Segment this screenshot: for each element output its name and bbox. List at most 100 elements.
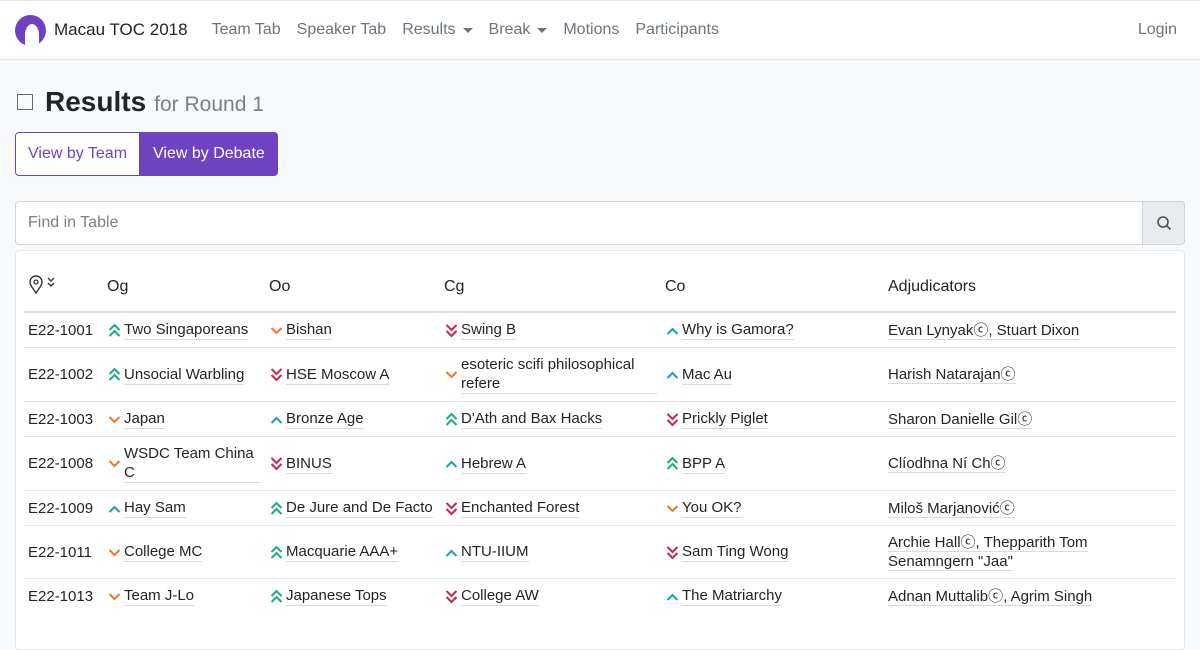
header-oo[interactable]: Oo xyxy=(265,251,440,313)
table-row: E22-1009 Hay Sam De Jure and De Facto Encha… xyxy=(24,490,1176,526)
room-cell: E22-1008 xyxy=(24,436,103,491)
team-name[interactable]: Two Singaporeans xyxy=(124,320,249,340)
team-cell: NTU-IIUM xyxy=(440,525,661,579)
table-row: E22-1008 WSDC Team China C BINUS Hebrew A BP… xyxy=(24,436,1176,491)
team-cell: BPP A xyxy=(661,436,884,491)
team-name[interactable]: College AW xyxy=(461,586,539,606)
rank-second-icon xyxy=(108,505,121,513)
view-by-team-button[interactable]: View by Team xyxy=(15,132,141,176)
navbar: Macau TOC 2018 Team Tab Speaker Tab Resu… xyxy=(0,0,1200,60)
team-cell: The Matriarchy xyxy=(661,578,884,613)
rank-fourth-icon xyxy=(270,368,283,382)
adjudicators-list[interactable]: Archie Hallⓒ, Thepparith Tom Senamngern … xyxy=(888,534,1088,571)
team-name[interactable]: esoteric scifi philosophical refere xyxy=(461,355,657,394)
team-name[interactable]: Hebrew A xyxy=(461,454,527,474)
team-name[interactable]: De Jure and De Facto xyxy=(286,498,433,518)
adjudicators-cell: Miloš Marjanovićⓒ xyxy=(884,490,1176,526)
room-cell: E22-1002 xyxy=(24,347,103,402)
nav-break-dropdown[interactable]: Break xyxy=(489,21,548,39)
team-name[interactable]: Unsocial Warbling xyxy=(124,365,245,385)
nav-label: Participants xyxy=(635,21,719,38)
team-cell: Sam Ting Wong xyxy=(661,525,884,579)
adjudicators-list[interactable]: Miloš Marjanovićⓒ xyxy=(888,499,1015,518)
table-search xyxy=(15,201,1185,245)
venue-sort-header[interactable] xyxy=(24,251,103,313)
adjudicators-list[interactable]: Evan Lynyakⓒ, Stuart Dixon xyxy=(888,321,1080,340)
team-cell: Hay Sam xyxy=(103,490,265,526)
page-subtitle: for Round 1 xyxy=(154,93,264,116)
table-row: E22-1001 Two Singaporeans Bishan Swing B Why… xyxy=(24,311,1176,348)
team-name[interactable]: Mac Au xyxy=(682,365,733,385)
login-link[interactable]: Login xyxy=(1138,21,1177,39)
header-adjudicators[interactable]: Adjudicators xyxy=(884,251,1176,313)
rank-fourth-icon xyxy=(445,323,458,337)
adjudicators-list[interactable]: Sharon Danielle Gilⓒ xyxy=(888,410,1033,429)
map-pin-sort-icon xyxy=(29,274,55,294)
adjudicators-list[interactable]: Clíodhna Ní Chⓒ xyxy=(888,455,1006,473)
team-name[interactable]: Sam Ting Wong xyxy=(682,542,789,562)
room-cell: E22-1001 xyxy=(24,311,103,348)
team-name[interactable]: Why is Gamora? xyxy=(682,320,794,340)
rank-third-icon xyxy=(108,460,121,468)
team-name[interactable]: NTU-IIUM xyxy=(461,542,529,562)
room-cell: E22-1009 xyxy=(24,490,103,526)
adjudicators-list[interactable]: Harish Natarajanⓒ xyxy=(888,366,1016,384)
team-name[interactable]: Macquarie AAA+ xyxy=(286,542,399,562)
rank-fourth-icon xyxy=(666,412,679,426)
nav-label: Team Tab xyxy=(211,21,281,38)
team-name[interactable]: College MC xyxy=(124,542,203,562)
header-og[interactable]: Og xyxy=(103,251,265,313)
team-cell: HSE Moscow A xyxy=(265,347,440,402)
team-cell: Mac Au xyxy=(661,347,884,402)
team-name[interactable]: BPP A xyxy=(682,454,726,474)
view-by-debate-button[interactable]: View by Debate xyxy=(140,132,278,176)
team-name[interactable]: Japan xyxy=(124,409,165,429)
team-name[interactable]: The Matriarchy xyxy=(682,586,783,606)
adjudicators-list[interactable]: Adnan Muttalibⓒ, Agrim Singh xyxy=(888,587,1093,606)
header-cg[interactable]: Cg xyxy=(440,251,661,313)
team-name[interactable]: WSDC Team China C xyxy=(124,444,261,483)
team-cell: D'Ath and Bax Hacks xyxy=(440,401,661,437)
team-name[interactable]: HSE Moscow A xyxy=(286,365,390,385)
search-icon xyxy=(1156,216,1171,231)
team-name[interactable]: Enchanted Forest xyxy=(461,498,580,518)
search-button[interactable] xyxy=(1143,201,1185,245)
rank-second-icon xyxy=(270,416,283,424)
caret-down-icon xyxy=(462,27,473,33)
team-name[interactable]: Swing B xyxy=(461,320,517,340)
team-cell: Japanese Tops xyxy=(265,578,440,613)
nav-team-tab[interactable]: Team Tab xyxy=(212,21,281,39)
team-cell: Bishan xyxy=(265,311,440,348)
team-name[interactable]: You OK? xyxy=(682,498,742,518)
team-name[interactable]: BINUS xyxy=(286,454,332,474)
nav-results-dropdown[interactable]: Results xyxy=(402,21,473,39)
search-input[interactable] xyxy=(15,201,1143,245)
team-name[interactable]: Japanese Tops xyxy=(286,586,387,606)
nav-speaker-tab[interactable]: Speaker Tab xyxy=(297,21,387,39)
rank-third-icon xyxy=(108,592,121,600)
tabbycat-logo-icon[interactable] xyxy=(15,14,46,46)
room-cell: E22-1011 xyxy=(24,525,103,579)
table-row: E22-1003 Japan Bronze Age D'Ath and Bax Hac… xyxy=(24,401,1176,437)
nav-participants[interactable]: Participants xyxy=(635,21,719,39)
room-cell: E22-1003 xyxy=(24,401,103,437)
brand-link[interactable]: Macau TOC 2018 xyxy=(54,20,188,40)
team-name[interactable]: Bishan xyxy=(286,320,332,340)
team-cell: You OK? xyxy=(661,490,884,526)
team-name[interactable]: Prickly Piglet xyxy=(682,409,768,429)
results-table: Og Oo Cg Co Adjudicators E22-1001 Two Sin… xyxy=(24,251,1176,613)
header-co[interactable]: Co xyxy=(661,251,884,313)
nav-motions[interactable]: Motions xyxy=(563,21,619,39)
team-name[interactable]: Bronze Age xyxy=(286,409,364,429)
team-cell: Unsocial Warbling xyxy=(103,347,265,402)
team-cell: Team J-Lo xyxy=(103,578,265,613)
rank-second-icon xyxy=(445,549,458,557)
table-row: E22-1002 Unsocial Warbling HSE Moscow A eso… xyxy=(24,347,1176,402)
team-name[interactable]: Team J-Lo xyxy=(124,586,195,606)
team-name[interactable]: D'Ath and Bax Hacks xyxy=(461,409,603,429)
team-cell: Two Singaporeans xyxy=(103,311,265,348)
nav-label: Break xyxy=(488,21,531,38)
adjudicators-cell: Harish Natarajanⓒ xyxy=(884,347,1176,402)
team-cell: esoteric scifi philosophical refere xyxy=(440,347,661,402)
team-name[interactable]: Hay Sam xyxy=(124,498,186,518)
